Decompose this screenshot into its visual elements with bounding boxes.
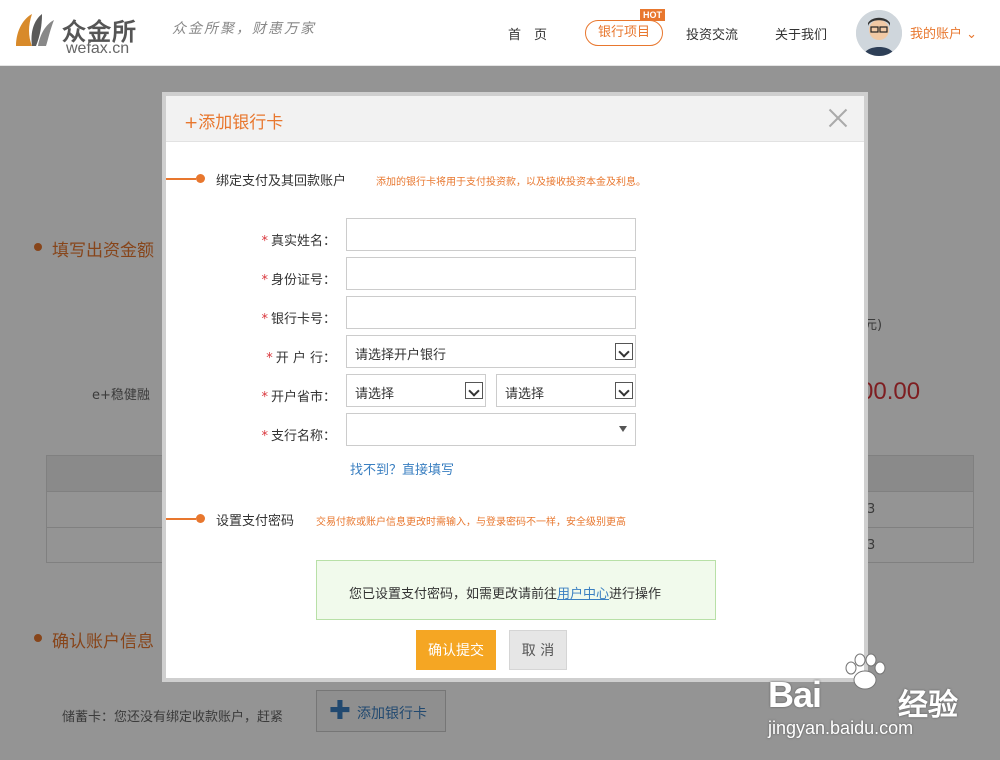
logo-text-en: wefax.cn — [66, 40, 130, 57]
user-avatar[interactable] — [856, 10, 902, 56]
step2-title: 设置支付密码 — [216, 514, 295, 529]
top-navigation-bar: 众金所 wefax.cn 众金所聚，财惠万家 首 页 银行项目 HOT 投资交流… — [0, 0, 1000, 66]
chevron-down-icon — [465, 382, 483, 399]
slogan: 众金所聚，财惠万家 — [172, 21, 316, 37]
my-account-menu[interactable]: 我的账户 ⌄ — [910, 23, 977, 42]
watermark-url: jingyan.baidu.com — [768, 718, 914, 738]
required-mark: * — [261, 390, 268, 405]
card-number-label-text: 银行卡号： — [270, 312, 336, 327]
nav-home[interactable]: 首 页 — [508, 24, 547, 43]
nav-bank-projects[interactable]: 银行项目 — [585, 20, 663, 46]
city-select[interactable]: 请选择 — [496, 374, 636, 407]
chevron-down-icon — [615, 382, 633, 399]
chevron-down-icon — [615, 343, 633, 360]
step-line — [166, 178, 196, 180]
bank-select[interactable]: 请选择开户银行 — [346, 335, 636, 368]
dialog-title: +添加银行卡 — [184, 113, 284, 133]
card-number-label: * 银行卡号： — [226, 308, 336, 327]
hot-badge: HOT — [640, 9, 665, 21]
province-city-label: * 开户省市： — [226, 386, 336, 405]
user-center-link[interactable]: 用户中心 — [557, 587, 609, 602]
branch-label-text: 支行名称： — [270, 429, 336, 444]
real-name-input[interactable] — [346, 218, 636, 251]
province-select-value: 请选择 — [355, 387, 395, 402]
step-line — [166, 518, 196, 520]
dialog-header: +添加银行卡 — [166, 96, 864, 142]
manual-entry-link[interactable]: 找不到？直接填写 — [350, 459, 454, 478]
required-mark: * — [261, 312, 268, 327]
id-number-input[interactable] — [346, 257, 636, 290]
step1-title: 绑定支付及其回款账户 — [216, 174, 347, 189]
notice-suffix: 进行操作 — [609, 587, 662, 602]
bank-label-text: 开 户 行： — [275, 351, 336, 366]
avatar-icon — [856, 10, 902, 56]
required-mark: * — [261, 273, 268, 288]
password-notice: 您已设置支付密码，如需更改请前往用户中心进行操作 — [316, 560, 716, 620]
paw-icon — [845, 653, 886, 690]
real-name-label: * 真实姓名： — [226, 230, 336, 249]
branch-select[interactable] — [346, 413, 636, 446]
id-number-label-text: 身份证号： — [270, 273, 336, 288]
my-account-label: 我的账户 — [910, 27, 963, 42]
step-dot-icon — [196, 514, 205, 523]
step-dot-icon — [196, 174, 205, 183]
cancel-button[interactable]: 取 消 — [509, 630, 567, 670]
province-select[interactable]: 请选择 — [346, 374, 486, 407]
real-name-label-text: 真实姓名： — [270, 234, 336, 249]
required-mark: * — [261, 234, 268, 249]
bank-select-value: 请选择开户银行 — [355, 348, 447, 363]
add-bank-card-dialog: +添加银行卡 绑定支付及其回款账户 添加的银行卡将用于支付投资款，以及接收投资本… — [162, 92, 868, 682]
province-city-label-text: 开户省市： — [270, 390, 336, 405]
site-logo[interactable]: 众金所 wefax.cn — [10, 8, 150, 58]
caret-down-icon — [619, 426, 627, 432]
nav-invest-exchange[interactable]: 投资交流 — [686, 24, 738, 43]
chevron-down-icon: ⌄ — [966, 27, 978, 42]
required-mark: * — [261, 429, 268, 444]
id-number-label: * 身份证号： — [226, 269, 336, 288]
baidu-jingyan-watermark: Bai 经验 jingyan.baidu.com — [768, 650, 994, 746]
step2-note: 交易付款或账户信息更改时需输入，与登录密码不一样，安全级别更高 — [316, 517, 626, 528]
watermark-brand: Bai — [768, 674, 822, 715]
step1-note: 添加的银行卡将用于支付投资款，以及接收投资本金及利息。 — [376, 177, 646, 188]
notice-text: 您已设置支付密码，如需更改请前往用户中心进行操作 — [349, 583, 661, 602]
bank-label: * 开 户 行： — [226, 347, 336, 366]
card-number-input[interactable] — [346, 296, 636, 329]
submit-button[interactable]: 确认提交 — [416, 630, 496, 670]
branch-label: * 支行名称： — [226, 425, 336, 444]
logo-mark-icon — [16, 14, 54, 46]
required-mark: * — [266, 351, 273, 366]
city-select-value: 请选择 — [505, 387, 545, 402]
close-icon[interactable] — [826, 106, 850, 130]
nav-about[interactable]: 关于我们 — [775, 24, 827, 43]
notice-prefix: 您已设置支付密码，如需更改请前往 — [349, 587, 558, 602]
